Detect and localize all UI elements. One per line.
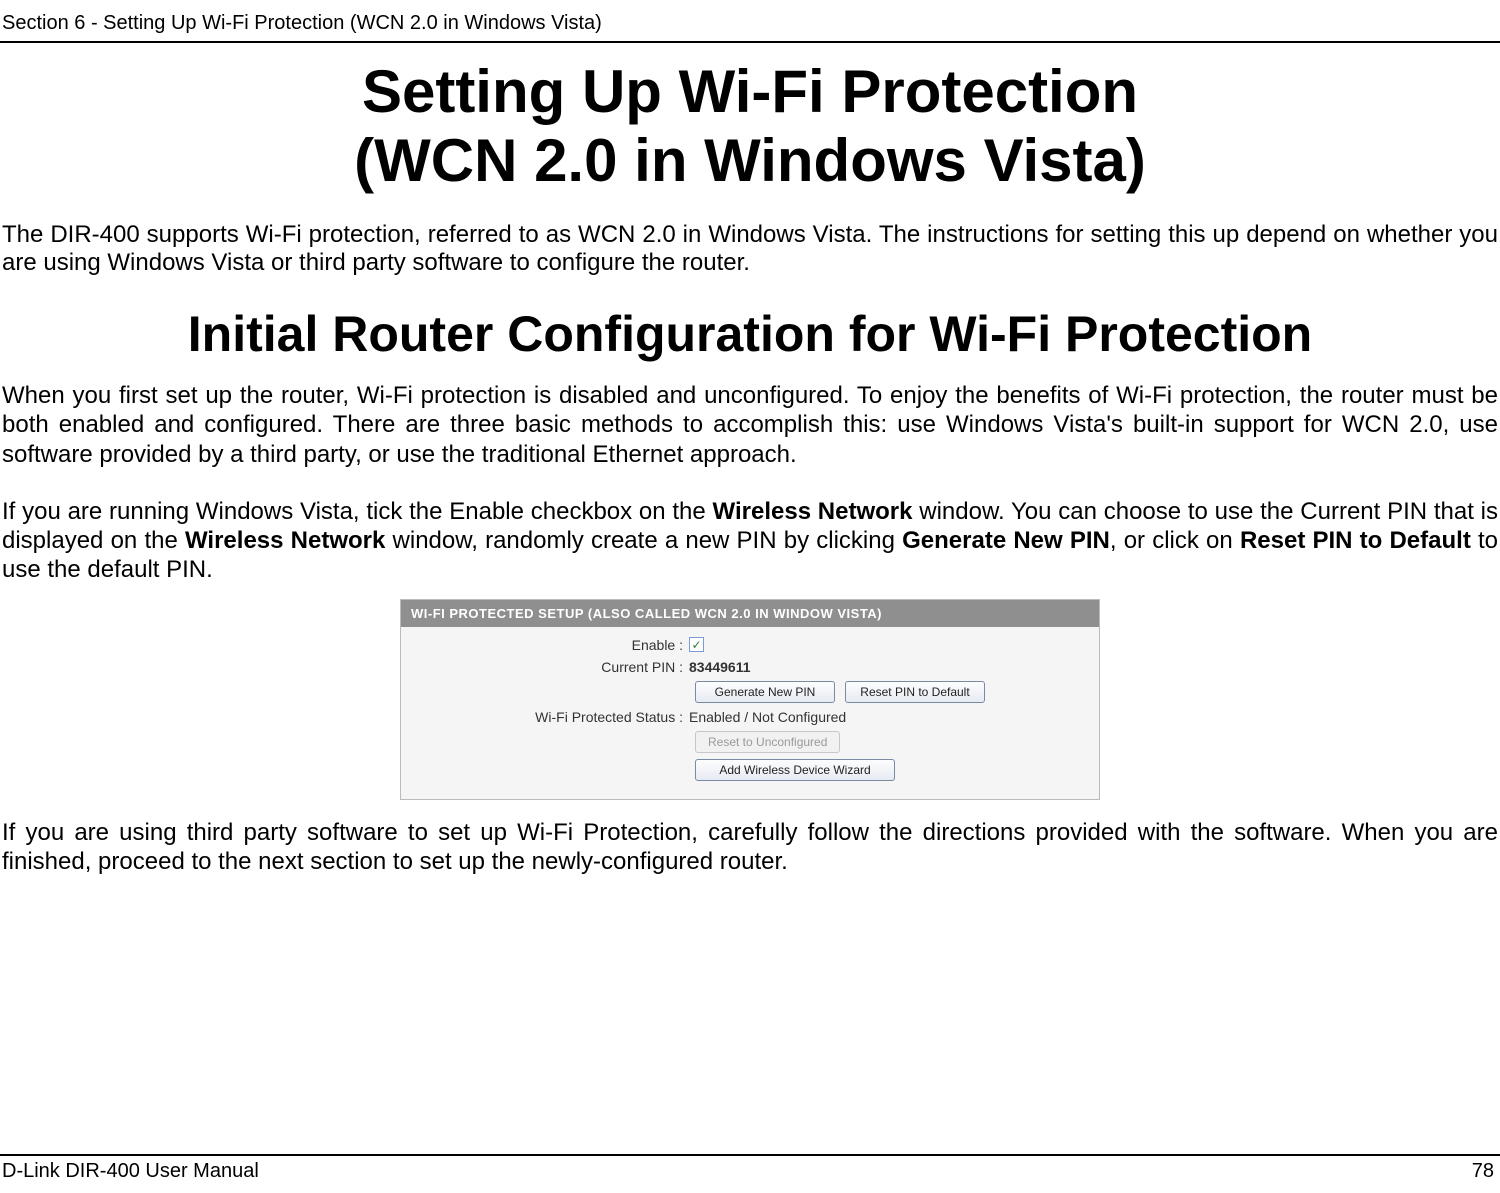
para2-bold-2: Wireless Network <box>185 527 385 554</box>
current-pin-label: Current PIN : <box>429 659 689 675</box>
para2-bold-1: Wireless Network <box>713 498 913 525</box>
page-title-line2: (WCN 2.0 in Windows Vista) <box>0 126 1500 195</box>
add-wizard-row: Add Wireless Device Wizard <box>429 759 1071 781</box>
enable-row: Enable : ✓ <box>429 637 1071 653</box>
body-paragraph-3: If you are using third party software to… <box>0 818 1500 877</box>
para2-bold-4: Reset PIN to Default <box>1240 527 1471 554</box>
section-subtitle: Initial Router Configuration for Wi-Fi P… <box>0 305 1500 363</box>
pin-buttons-row: Generate New PIN Reset PIN to Default <box>429 681 1071 703</box>
page-footer: D-Link DIR-400 User Manual 78 <box>0 1154 1500 1183</box>
enable-checkbox[interactable]: ✓ <box>689 637 704 652</box>
add-wireless-wizard-button[interactable]: Add Wireless Device Wizard <box>695 759 895 781</box>
reset-unconfig-row: Reset to Unconfigured <box>429 731 1071 753</box>
section-header: Section 6 - Setting Up Wi-Fi Protection … <box>0 12 1500 43</box>
page-title-line1: Setting Up Wi-Fi Protection <box>0 57 1500 126</box>
footer-page-number: 78 <box>1472 1160 1494 1183</box>
body-paragraph-1: When you first set up the router, Wi-Fi … <box>0 381 1500 469</box>
reset-unconfigured-button: Reset to Unconfigured <box>695 731 840 753</box>
enable-label: Enable : <box>429 637 689 653</box>
para2-bold-3: Generate New PIN <box>902 527 1110 554</box>
status-row: Wi-Fi Protected Status : Enabled / Not C… <box>429 709 1071 725</box>
status-value: Enabled / Not Configured <box>689 709 846 725</box>
generate-new-pin-button[interactable]: Generate New PIN <box>695 681 835 703</box>
current-pin-row: Current PIN : 83449611 <box>429 659 1071 675</box>
para2-text: If you are running Windows Vista, tick t… <box>2 498 713 525</box>
para2-text: , or click on <box>1110 527 1240 554</box>
reset-pin-default-button[interactable]: Reset PIN to Default <box>845 681 985 703</box>
body-paragraph-2: If you are running Windows Vista, tick t… <box>0 497 1500 585</box>
footer-left: D-Link DIR-400 User Manual <box>2 1160 259 1183</box>
intro-paragraph: The DIR-400 supports Wi-Fi protection, r… <box>0 221 1500 277</box>
current-pin-value: 83449611 <box>689 659 751 675</box>
status-label: Wi-Fi Protected Status : <box>429 709 689 725</box>
para2-text: window, randomly create a new PIN by cli… <box>385 527 902 554</box>
router-config-panel: WI-FI PROTECTED SETUP (ALSO CALLED WCN 2… <box>400 599 1100 800</box>
panel-header: WI-FI PROTECTED SETUP (ALSO CALLED WCN 2… <box>401 600 1099 627</box>
